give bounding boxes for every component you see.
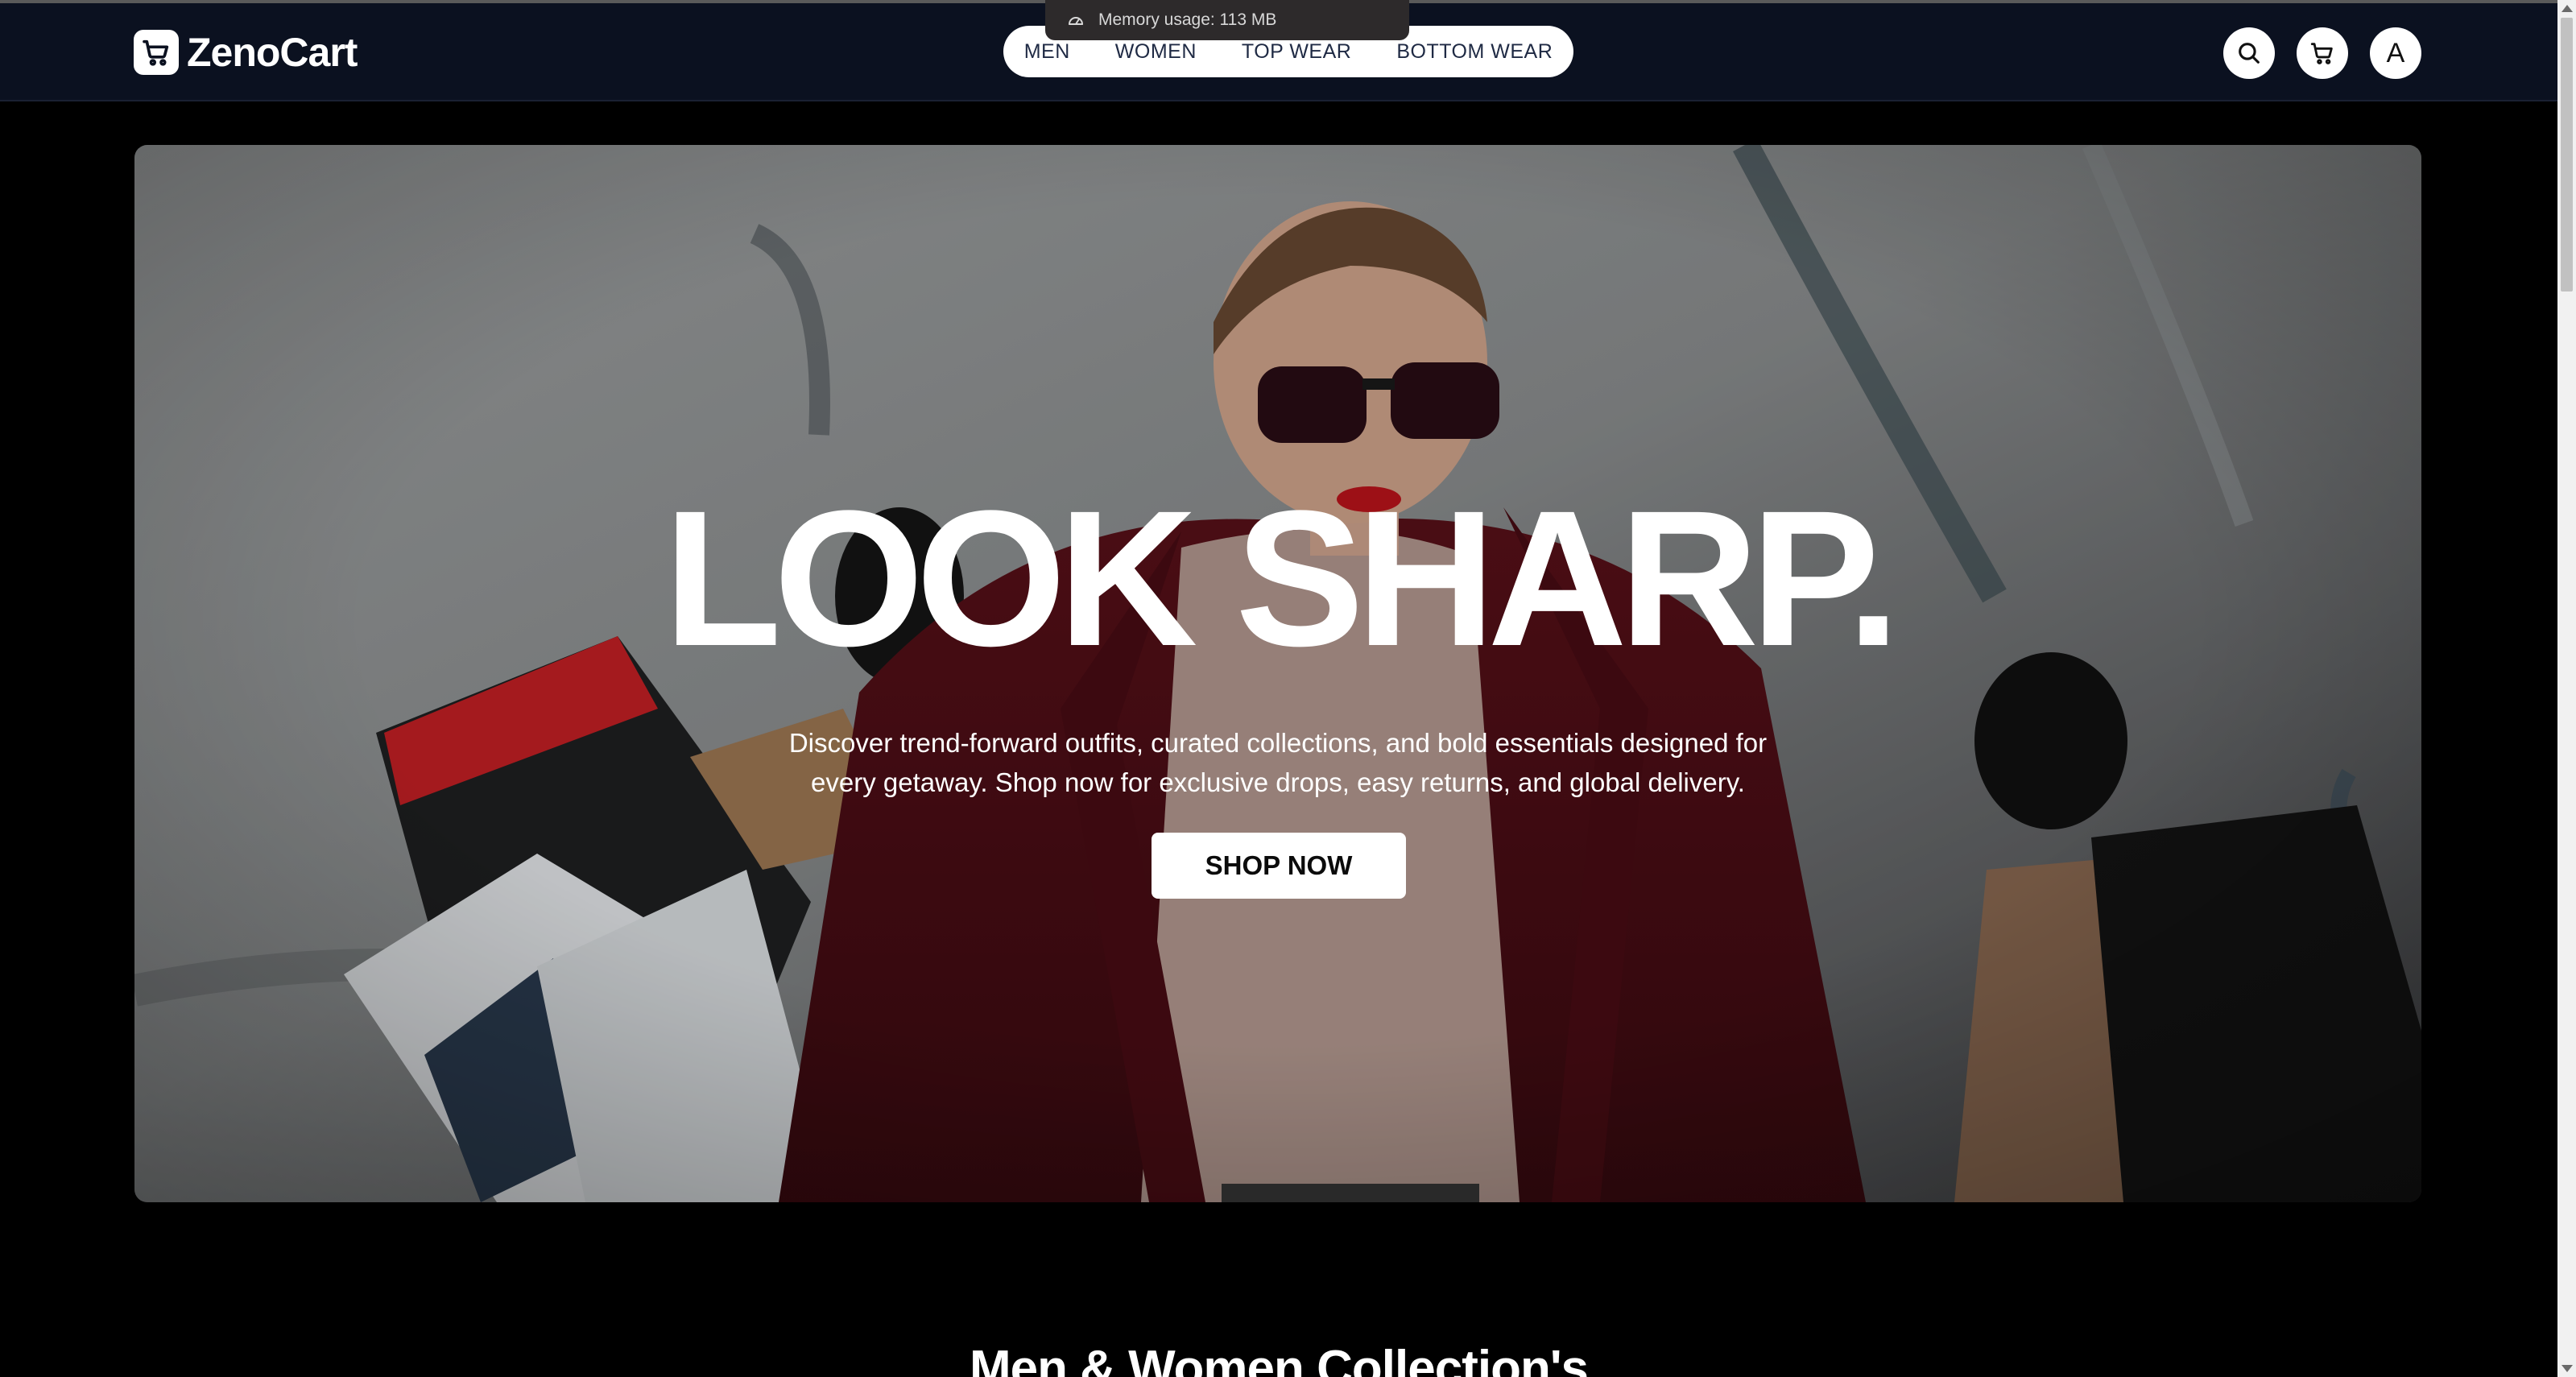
nav-link-top-wear[interactable]: TOP WEAR (1242, 40, 1351, 64)
memory-usage-text: Memory usage: 113 MB (1098, 10, 1277, 29)
nav-link-men[interactable]: MEN (1024, 40, 1070, 64)
nav-link-women[interactable]: WOMEN (1115, 40, 1197, 64)
search-icon (2239, 43, 2260, 64)
search-button[interactable] (2223, 27, 2275, 79)
scroll-thumb[interactable] (2561, 18, 2573, 292)
user-avatar-button[interactable]: A (2370, 27, 2421, 79)
nav-link-bottom-wear[interactable]: BOTTOM WEAR (1396, 40, 1553, 64)
page: ZenoCart MEN WOMEN TOP WEAR BOTTOM WEAR … (0, 0, 2576, 1377)
hero-banner: LOOK SHARP. Discover trend-forward outfi… (134, 145, 2421, 1202)
cart-logo-icon (134, 30, 179, 75)
gauge-icon (1069, 17, 1083, 25)
brand[interactable]: ZenoCart (134, 27, 358, 77)
vertical-scrollbar[interactable] (2557, 0, 2576, 1377)
scroll-up-arrow-icon[interactable] (2562, 5, 2573, 12)
hero-title: LOOK SHARP. (664, 470, 1900, 686)
scroll-down-arrow-icon[interactable] (2562, 1365, 2573, 1372)
cart-icon (2310, 43, 2333, 64)
avatar-initial: A (2386, 37, 2405, 68)
memory-usage-tooltip: Memory usage: 113 MB (1045, 0, 1409, 40)
hero-subtitle: Discover trend-forward outfits, curated … (788, 728, 1768, 797)
brand-name: ZenoCart (187, 30, 358, 75)
collections-heading: Men & Women Collection's (969, 1341, 1589, 1377)
shop-now-button[interactable]: SHOP NOW (1152, 833, 1406, 899)
cart-button[interactable] (2297, 27, 2348, 79)
